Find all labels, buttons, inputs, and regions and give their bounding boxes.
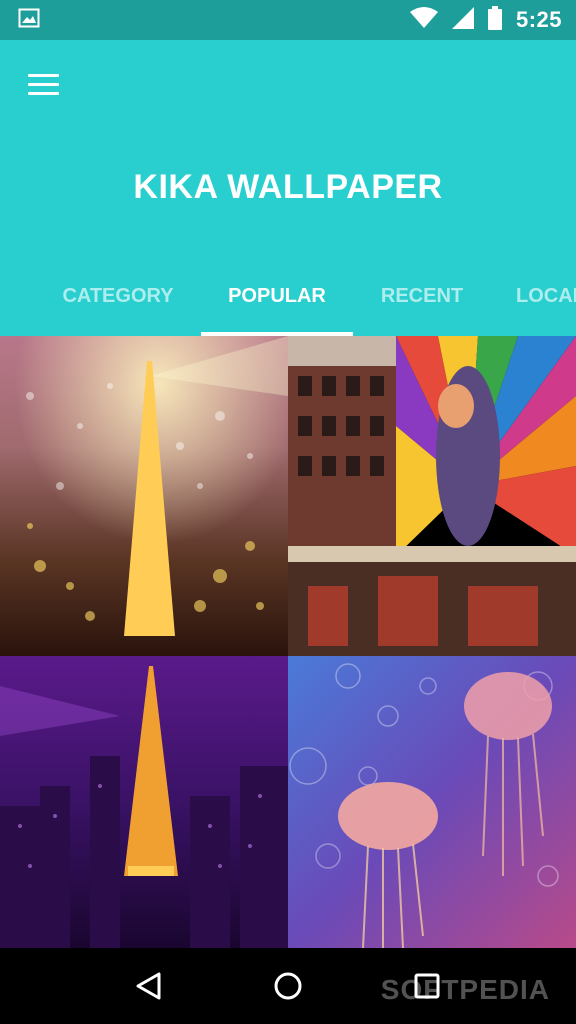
tab-recent[interactable]: RECENT [360, 268, 484, 336]
watermark-text: SOFTPEDIA [380, 974, 550, 1005]
battery-icon [487, 5, 502, 35]
wallpaper-street-mural[interactable] [288, 336, 576, 656]
back-icon[interactable] [119, 956, 179, 1016]
wallpaper-jellyfish[interactable] [288, 656, 576, 948]
wallpaper-eiffel-tower[interactable] [0, 336, 288, 656]
wifi-icon [409, 6, 438, 34]
app-bar: KIKA WALLPAPER CATEGORY POPULAR RECENT L… [0, 40, 576, 336]
signal-icon [451, 6, 474, 34]
tab-bar: CATEGORY POPULAR RECENT LOCAL [0, 268, 576, 336]
wallpaper-tokyo-tower[interactable] [0, 656, 288, 948]
app-title: KIKA WALLPAPER [133, 168, 443, 206]
tab-local[interactable]: LOCAL [516, 268, 576, 336]
status-bar: 5:25 [0, 0, 576, 40]
image-icon [18, 8, 40, 33]
status-left [18, 8, 40, 33]
wallpaper-grid [0, 336, 576, 948]
hamburger-menu-icon[interactable] [22, 66, 66, 102]
tab-popular[interactable]: POPULAR [201, 268, 353, 336]
home-icon[interactable] [258, 956, 318, 1016]
tab-category[interactable]: CATEGORY [40, 268, 196, 336]
status-time: 5:25 [515, 7, 562, 32]
status-right: 5:25 [409, 5, 562, 35]
